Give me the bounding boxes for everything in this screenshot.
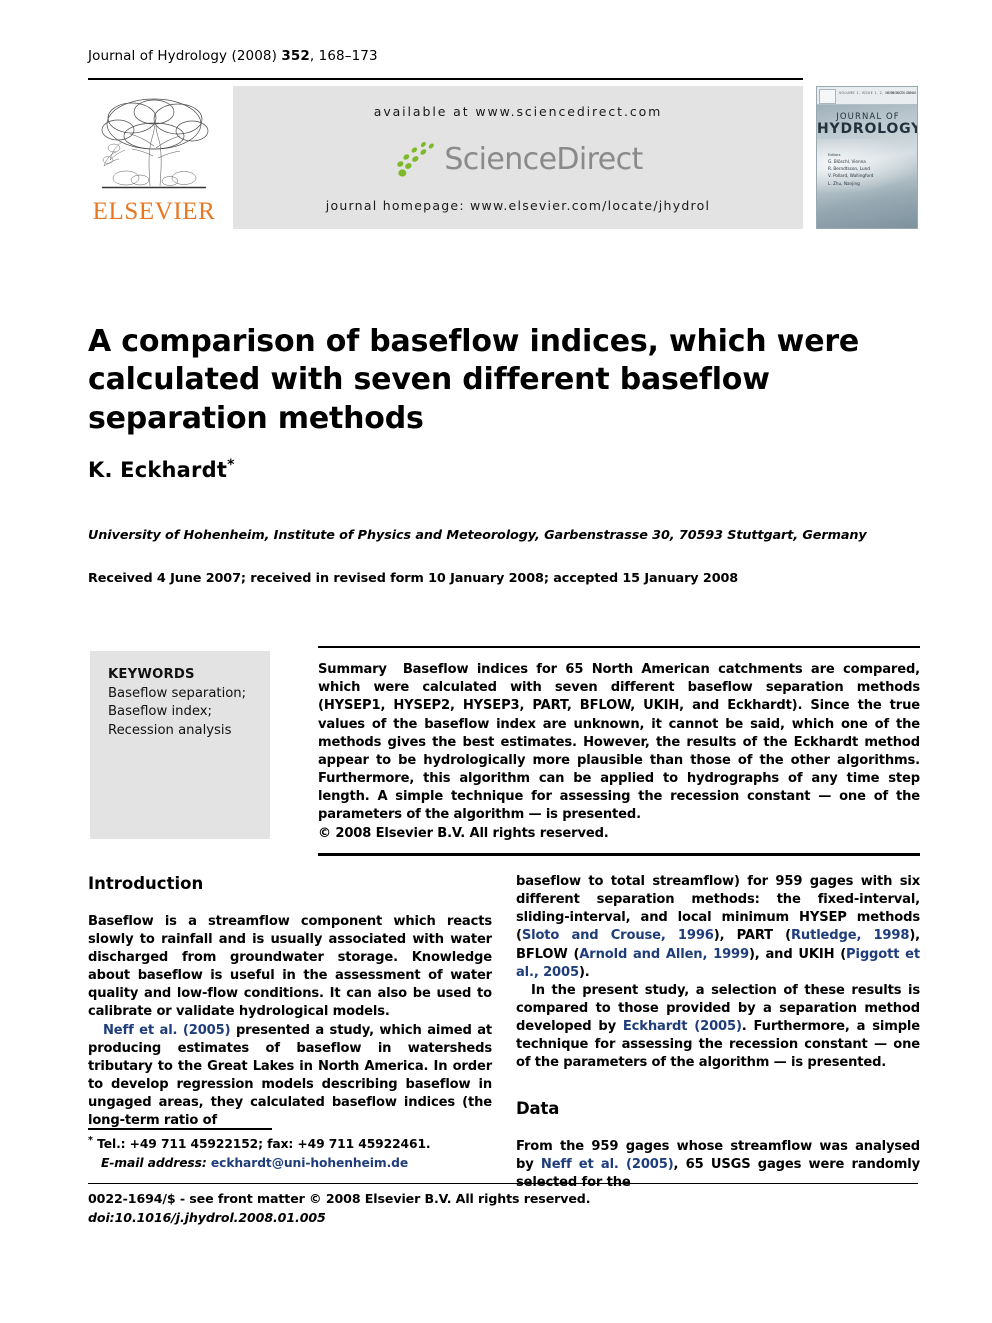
cover-issn-line: ISSN 0022-1694 — [886, 91, 914, 95]
keywords-heading: KEYWORDS — [108, 667, 195, 682]
footnote-contact-line: * Tel.: +49 711 45922152; fax: +49 711 4… — [88, 1134, 492, 1154]
sciencedirect-banner: available at www.sciencedirect.com Scien… — [233, 86, 803, 229]
author-label: K. Eckhardt — [88, 458, 228, 482]
intro-paragraph-2: Neff et al. (2005) presented a study, wh… — [88, 1022, 492, 1131]
cover-title-line2: HYDROLOGY — [817, 120, 918, 137]
cover-elsevier-badge — [819, 89, 836, 104]
sciencedirect-wordmark: ScienceDirect — [444, 142, 643, 177]
keyword-item: Recession analysis — [108, 723, 232, 739]
citation-link-neff-2005-data[interactable]: Neff et al. (2005) — [541, 1157, 674, 1172]
intro-paragraph-2-rest: presented a study, which aimed at produc… — [88, 1022, 492, 1129]
article-page: Journal of Hydrology (2008) 352, 168–173 — [0, 0, 992, 1323]
imprint-doi[interactable]: doi:10.1016/j.jhydrol.2008.01.005 — [88, 1209, 688, 1228]
citation-link-eckhardt-2005[interactable]: Eckhardt (2005) — [623, 1019, 742, 1034]
cover-editors: Editors G. Blöschl, Vienna R. Berndtsson… — [828, 153, 908, 188]
keyword-item: Baseflow separation; — [108, 685, 247, 701]
right-p1-b: ), PART ( — [713, 928, 791, 944]
citation-link-arnold-allen-1999[interactable]: Arnold and Allen, 1999 — [579, 947, 749, 962]
running-head-pages: , 168–173 — [309, 48, 378, 64]
footnote-marker: * — [88, 1135, 93, 1146]
article-history: Received 4 June 2007; received in revise… — [88, 571, 739, 586]
footnote-email-label: E-mail address: — [101, 1155, 207, 1170]
sciencedirect-mark-icon — [397, 142, 434, 177]
imprint-block: 0022-1694/$ - see front matter © 2008 El… — [88, 1190, 688, 1228]
article-title: A comparison of baseflow indices, which … — [88, 324, 860, 436]
abstract-block: Summary Baseflow indices for 65 North Ame… — [318, 646, 920, 856]
citation-link-rutledge-1998[interactable]: Rutledge, 1998 — [791, 928, 909, 943]
masthead: ELSEVIER available at www.sciencedirect.… — [88, 86, 918, 234]
right-p1-e: ). — [578, 964, 590, 980]
abstract-rule-bottom — [318, 853, 920, 856]
abstract-copyright: © 2008 Elsevier B.V. All rights reserved… — [318, 826, 609, 842]
abstract-label: Summary — [318, 662, 387, 678]
cover-editor: V. Pollard, Wallingford — [828, 173, 874, 179]
abstract-text: Summary Baseflow indices for 65 North Ame… — [318, 648, 920, 853]
footnote-email-line: E-mail address: eckhardt@uni-hohenheim.d… — [88, 1154, 492, 1172]
journal-cover-thumbnail[interactable]: VOLUME 1, ISSUE 1, 2, 00 MONTH 2008 ISSN… — [816, 86, 918, 229]
keywords-panel: KEYWORDS Baseflow separation; Baseflow i… — [90, 651, 270, 839]
author-affiliation: University of Hohenheim, Institute of Ph… — [88, 528, 867, 543]
body-column-right: baseflow to total streamflow) for 959 ga… — [516, 873, 920, 1193]
section-heading-introduction: Introduction — [88, 874, 204, 893]
footer-rule — [88, 1183, 918, 1185]
elsevier-tree-icon — [101, 98, 209, 189]
cover-editor: G. Blöschl, Vienna — [828, 159, 866, 164]
sciencedirect-logo[interactable]: ScienceDirect — [393, 140, 643, 180]
keyword-item: Baseflow index; — [108, 704, 212, 720]
citation-link-sloto-crouse-1996[interactable]: Sloto and Crouse, 1996 — [522, 928, 714, 943]
footnote-rule — [88, 1128, 272, 1130]
elsevier-logo[interactable]: ELSEVIER — [88, 86, 220, 234]
imprint-frontmatter: 0022-1694/$ - see front matter © 2008 El… — [88, 1191, 591, 1206]
intro-paragraph-1: Baseflow is a streamflow component which… — [88, 913, 492, 1020]
header-rule — [88, 78, 803, 81]
right-p1-d: ), and UKIH ( — [748, 946, 847, 962]
cover-editor: L. Zhu, Nanjing — [828, 180, 860, 186]
section-heading-data: Data — [516, 1099, 560, 1119]
cover-editors-heading: Editors — [828, 153, 841, 157]
author-footnote-marker[interactable]: * — [227, 457, 235, 473]
body-column-left: Introduction Baseflow is a streamflow co… — [88, 873, 492, 1130]
cover-top-bar: VOLUME 1, ISSUE 1, 2, 00 MONTH 2008 ISSN… — [817, 87, 917, 105]
right-paragraph-1: baseflow to total streamflow) for 959 ga… — [516, 873, 920, 982]
journal-homepage-text[interactable]: journal homepage: www.elsevier.com/locat… — [233, 198, 803, 213]
abstract-body: Baseflow indices for 65 North American c… — [318, 662, 920, 823]
running-head-journal: Journal of Hydrology — [88, 48, 228, 64]
running-head-year: (2008) — [231, 48, 277, 64]
running-head: Journal of Hydrology (2008) 352, 168–173 — [88, 48, 378, 64]
available-at-text: available at www.sciencedirect.com — [373, 104, 663, 119]
elsevier-wordmark: ELSEVIER — [92, 198, 216, 225]
running-head-volume: 352 — [281, 48, 310, 64]
keywords-content: KEYWORDS Baseflow separation; Baseflow i… — [108, 666, 263, 741]
footnote-tel-fax: Tel.: +49 711 45922152; fax: +49 711 459… — [97, 1137, 431, 1152]
right-paragraph-2: In the present study, a selection of the… — [516, 982, 920, 1073]
data-paragraph-1: From the 959 gages whose streamflow was … — [516, 1138, 920, 1192]
citation-link-neff-2005[interactable]: Neff et al. (2005) — [103, 1023, 231, 1038]
author-email-link[interactable]: eckhardt@uni-hohenheim.de — [211, 1156, 408, 1170]
cover-title: JOURNAL OF HYDROLOGY — [817, 113, 918, 137]
cover-editor: R. Berndtsson, Lund — [828, 166, 870, 172]
footnote-block: * Tel.: +49 711 45922152; fax: +49 711 4… — [88, 1134, 492, 1172]
author-name: K. Eckhardt* — [88, 457, 235, 482]
